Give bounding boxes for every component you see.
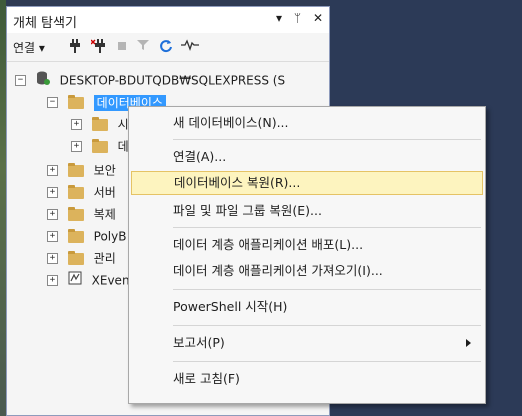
menu-separator: [173, 361, 481, 362]
menu-item-refresh[interactable]: 새로 고침(F): [131, 367, 483, 391]
stop-icon[interactable]: [117, 39, 127, 54]
menu-item-start-powershell[interactable]: PowerShell 시작(H): [131, 295, 483, 319]
folder-icon: [91, 116, 108, 131]
disconnect-icon[interactable]: [90, 39, 107, 56]
expand-icon[interactable]: +: [47, 253, 58, 264]
tree-node-xevent-profiler[interactable]: + XEven: [47, 269, 130, 291]
tree-node-security[interactable]: + 보안: [47, 159, 116, 181]
folder-icon: [91, 138, 108, 153]
expand-icon[interactable]: +: [47, 231, 58, 242]
replication-label: 복제: [93, 207, 116, 222]
server-label: DESKTOP-BDUTQDB₩SQLEXPRESS (S: [59, 73, 286, 88]
activity-monitor-icon[interactable]: [181, 39, 199, 54]
server-icon: [36, 70, 50, 92]
expand-icon[interactable]: +: [71, 141, 82, 152]
folder-icon: [67, 228, 84, 243]
folder-icon: [67, 162, 84, 177]
server-objects-label: 서버: [93, 185, 116, 200]
tree-node-polybase[interactable]: + PolyB: [47, 225, 126, 247]
folder-icon: [67, 184, 84, 199]
collapse-icon[interactable]: −: [47, 97, 58, 108]
tree-node-replication[interactable]: + 복제: [47, 203, 116, 225]
expand-icon[interactable]: +: [47, 165, 58, 176]
xevent-label: XEven: [91, 273, 130, 288]
expand-icon[interactable]: +: [47, 275, 58, 286]
menu-item-restore-database[interactable]: 데이터베이스 복원(R)...: [131, 171, 483, 195]
expand-icon[interactable]: +: [47, 187, 58, 198]
tree-node-server-objects[interactable]: + 서버: [47, 181, 116, 203]
expand-icon[interactable]: +: [71, 119, 82, 130]
menu-item-deploy-dac[interactable]: 데이터 계층 애플리케이션 배포(L)...: [131, 233, 483, 257]
xevent-icon: [68, 270, 82, 292]
submenu-arrow-icon: [466, 339, 471, 347]
tree-node-management[interactable]: + 관리: [47, 247, 116, 269]
expand-icon[interactable]: +: [47, 209, 58, 220]
dropdown-icon[interactable]: ▾: [276, 11, 282, 25]
polybase-label: PolyB: [93, 229, 127, 244]
folder-icon: [67, 94, 84, 109]
menu-separator: [173, 289, 481, 290]
menu-separator: [173, 139, 481, 140]
folder-icon: [67, 206, 84, 221]
menu-separator: [173, 325, 481, 326]
panel-title-buttons: ▾ ᛘ ✕: [268, 11, 323, 25]
menu-item-attach[interactable]: 연결(A)...: [131, 145, 483, 169]
menu-item-restore-files[interactable]: 파일 및 파일 그룹 복원(E)...: [131, 199, 483, 223]
panel-title: 개체 탐색기: [13, 16, 77, 31]
connect-plug-icon[interactable]: [69, 39, 81, 56]
pin-icon[interactable]: ᛘ: [294, 11, 301, 25]
tree-node-system-databases[interactable]: + 시: [71, 113, 129, 135]
folder-icon: [67, 250, 84, 265]
menu-item-reports[interactable]: 보고서(P): [131, 331, 483, 355]
close-icon[interactable]: ✕: [313, 11, 323, 25]
management-label: 관리: [93, 251, 116, 266]
panel-title-bar: 개체 탐색기 ▾ ᛘ ✕: [7, 7, 329, 34]
context-menu: 새 데이터베이스(N)... 연결(A)... 데이터베이스 복원(R)... …: [128, 106, 486, 404]
refresh-icon[interactable]: [159, 39, 173, 56]
explorer-toolbar: 연결 ▾: [7, 33, 329, 62]
connect-button[interactable]: 연결 ▾: [13, 39, 45, 56]
reports-label: 보고서(P): [173, 335, 225, 350]
security-label: 보안: [93, 163, 116, 178]
menu-item-import-dac[interactable]: 데이터 계층 애플리케이션 가져오기(I)...: [131, 259, 483, 283]
menu-separator: [173, 227, 481, 228]
filter-icon[interactable]: [137, 39, 149, 54]
menu-item-new-database[interactable]: 새 데이터베이스(N)...: [131, 111, 483, 135]
collapse-icon[interactable]: −: [15, 75, 26, 86]
tree-node-server[interactable]: − DESKTOP-BDUTQDB₩SQLEXPRESS (S: [15, 69, 285, 91]
tree-node-db-snapshots[interactable]: + 데: [71, 135, 129, 157]
